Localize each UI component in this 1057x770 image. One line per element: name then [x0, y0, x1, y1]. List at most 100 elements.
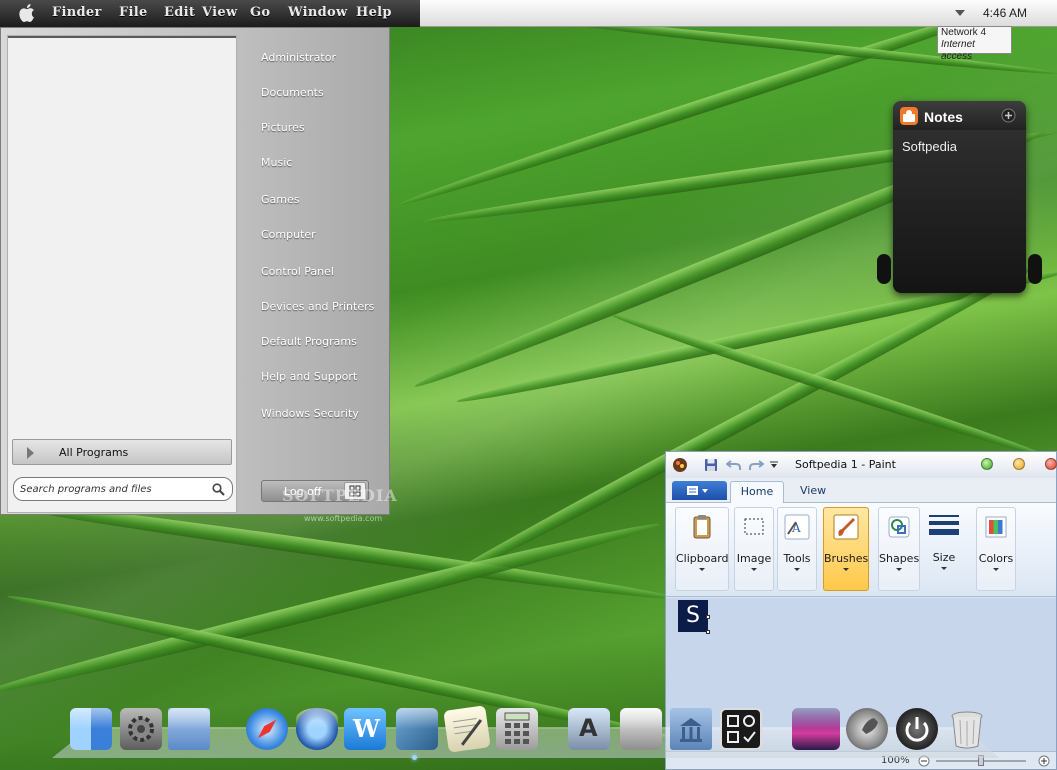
tab-home[interactable]: Home [730, 481, 784, 503]
brushes-button[interactable]: Brushes [823, 507, 869, 591]
menu-file[interactable]: File [119, 5, 148, 20]
paint-app-icon[interactable] [672, 457, 688, 473]
shapes-button[interactable]: Shapes [878, 507, 920, 591]
save-icon[interactable] [704, 458, 718, 472]
start-search-box[interactable] [13, 477, 233, 501]
color-palette-icon [985, 516, 1007, 538]
notes-app-icon [900, 107, 918, 125]
document-icon [687, 486, 708, 495]
word-icon[interactable]: W [344, 708, 386, 750]
brush-icon [833, 514, 859, 540]
rocket-glyph [862, 718, 878, 734]
canvas-text-selection[interactable]: S [678, 600, 708, 632]
start-item-pictures[interactable]: Pictures [261, 121, 305, 134]
zoom-in-icon[interactable] [1038, 755, 1050, 767]
start-item-devices-printers[interactable]: Devices and Printers [261, 300, 374, 313]
finder-icon[interactable] [70, 708, 112, 750]
iphoto-icon[interactable] [396, 708, 438, 750]
apple-icon[interactable] [18, 3, 35, 23]
ribbon-tab-bar: Home View [666, 478, 1056, 503]
maximize-button[interactable] [981, 458, 993, 470]
all-programs-button[interactable]: All Programs [12, 439, 232, 465]
start-item-games[interactable]: Games [261, 193, 299, 206]
paint-title-bar[interactable]: Softpedia 1 - Paint [666, 452, 1057, 478]
minimize-button[interactable] [1013, 458, 1025, 470]
pen-icon [452, 718, 483, 746]
app-store-icon[interactable]: A [568, 708, 610, 750]
start-item-computer[interactable]: Computer [261, 228, 316, 241]
shapes-label: Shapes [879, 552, 920, 565]
colors-button[interactable]: Colors [976, 507, 1016, 591]
colors-label: Colors [978, 552, 1014, 565]
image-label: Image [736, 552, 772, 565]
start-search-input[interactable] [20, 481, 205, 497]
power-glyph [905, 717, 929, 742]
image-button[interactable]: Image [734, 507, 774, 591]
start-item-music[interactable]: Music [261, 156, 292, 169]
tab-view[interactable]: View [800, 484, 826, 497]
notes-left-knob [877, 254, 891, 284]
front-row-icon[interactable] [792, 708, 840, 750]
menu-go[interactable]: Go [250, 5, 270, 20]
compass-icon [257, 719, 277, 739]
textedit-icon[interactable] [443, 705, 491, 753]
menu-help[interactable]: Help [356, 5, 392, 20]
building-icon [680, 718, 702, 742]
resize-handle[interactable] [706, 630, 710, 634]
paint-menu-button[interactable] [672, 481, 727, 500]
expand-arrow-icon [27, 447, 34, 459]
clipboard-button[interactable]: Clipboard [675, 507, 729, 591]
network-tooltip-line2: Internet access [941, 39, 975, 62]
library-folder-icon[interactable] [670, 708, 712, 750]
users-folder-icon[interactable] [168, 708, 210, 750]
paint-window-title: Softpedia 1 - Paint [795, 458, 896, 471]
tray-expand-icon[interactable] [955, 10, 965, 16]
clipboard-icon [693, 515, 711, 539]
tools-button[interactable]: A Tools [777, 507, 817, 591]
keypad-icon [504, 712, 530, 744]
close-button[interactable] [1045, 458, 1057, 470]
dashboard-icon[interactable] [720, 708, 762, 750]
network-tooltip-line1: Network 4 [941, 27, 987, 38]
trash-icon[interactable] [946, 708, 988, 750]
clipboard-label: Clipboard [676, 552, 729, 565]
notes-widget[interactable]: Notes Softpedia [877, 101, 1042, 293]
clock[interactable]: 4:46 AM [983, 6, 1027, 20]
search-icon[interactable] [212, 483, 225, 496]
start-item-administrator[interactable]: Administrator [261, 51, 336, 64]
running-indicator [412, 755, 417, 760]
menu-bar-left: Finder File Edit View Go Window Help [0, 0, 420, 27]
select-image-icon [744, 518, 764, 535]
safari-icon[interactable] [246, 708, 288, 750]
network-tooltip: Network 4 Internet access [937, 26, 1012, 62]
redo-icon[interactable] [748, 458, 764, 472]
calculator-icon[interactable] [496, 708, 538, 750]
add-note-icon[interactable] [1001, 108, 1016, 123]
menu-finder[interactable]: Finder [52, 5, 102, 20]
start-item-documents[interactable]: Documents [261, 86, 324, 99]
start-item-control-panel[interactable]: Control Panel [261, 265, 334, 278]
system-preferences-icon[interactable] [120, 708, 162, 750]
tools-icon: A [784, 514, 810, 540]
quicktime-icon[interactable] [296, 708, 338, 750]
start-item-help-support[interactable]: Help and Support [261, 370, 357, 383]
start-item-windows-security[interactable]: Windows Security [261, 407, 359, 420]
menu-edit[interactable]: Edit [164, 5, 195, 20]
power-icon[interactable] [896, 708, 938, 750]
start-menu-programs-pane: All Programs [7, 35, 237, 513]
size-label: Size [932, 551, 956, 564]
size-button[interactable]: Size [924, 507, 964, 591]
softpedia-watermark-url: www.softpedia.com [304, 514, 383, 523]
start-item-default-programs[interactable]: Default Programs [261, 335, 357, 348]
menu-window[interactable]: Window [288, 5, 348, 20]
rocket-icon[interactable] [846, 708, 888, 750]
notes-title: Notes [924, 109, 963, 125]
resize-handle[interactable] [706, 615, 710, 619]
disk-utility-icon[interactable] [620, 708, 662, 750]
shapes-icon [888, 516, 910, 538]
undo-icon[interactable] [726, 458, 742, 472]
note-content[interactable]: Softpedia [902, 139, 957, 154]
quick-access-dropdown-icon[interactable] [769, 461, 779, 469]
menu-view[interactable]: View [202, 5, 237, 20]
notes-right-knob [1028, 254, 1042, 284]
